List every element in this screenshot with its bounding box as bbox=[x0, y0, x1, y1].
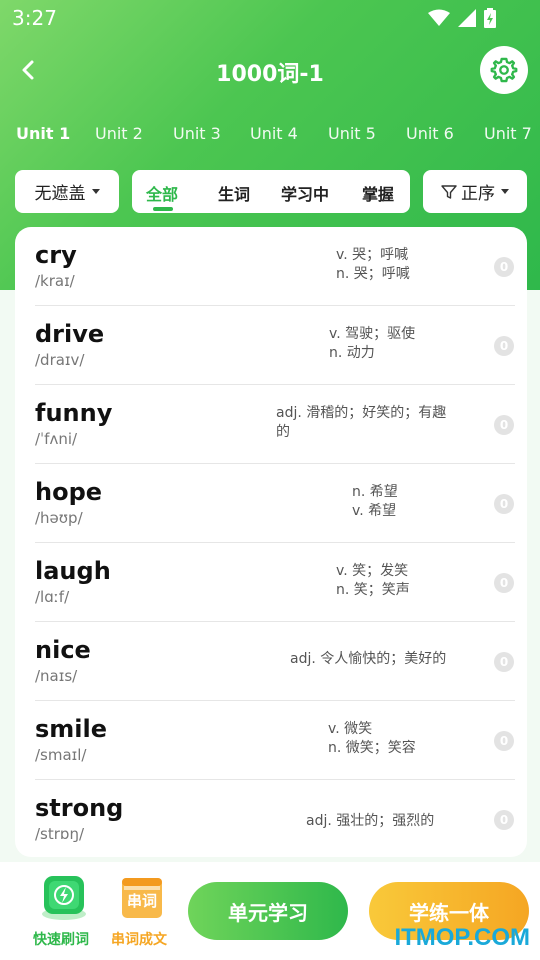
list-item[interactable]: smile /smaɪl/ v. 微笑 n. 微笑；笑容 0 bbox=[15, 701, 527, 780]
sort-order-dropdown[interactable]: 正序 bbox=[423, 170, 527, 213]
chain-words-label: 串词成文 bbox=[111, 932, 167, 948]
chain-icon-text: 串词 bbox=[126, 892, 157, 910]
signal-icon bbox=[458, 9, 476, 27]
page-title: 1000词-1 bbox=[216, 62, 324, 87]
word-phonetic: /strɒŋ/ bbox=[35, 825, 84, 843]
word-meaning: v. 哭；呼喊 n. 哭；呼喊 bbox=[336, 247, 410, 282]
quick-review-label: 快速刷词 bbox=[33, 932, 89, 948]
list-item[interactable]: nice /naɪs/ adj. 令人愉快的；美好的 0 bbox=[15, 622, 527, 701]
active-tab-indicator bbox=[153, 207, 173, 211]
tab-unit-1[interactable]: Unit 1 bbox=[16, 124, 70, 143]
word-text: drive bbox=[35, 320, 105, 348]
word-meaning: adj. 强壮的；强烈的 bbox=[306, 813, 435, 829]
app-bar: 1000词-1 bbox=[0, 44, 540, 96]
unit-study-button[interactable]: 单元学习 bbox=[188, 882, 348, 940]
word-meaning: v. 微笑 n. 微笑；笑容 bbox=[328, 721, 416, 756]
sort-order-label: 正序 bbox=[461, 184, 495, 204]
list-item[interactable]: funny /ˈfʌni/ adj. 滑稽的；好笑的；有趣 的 0 bbox=[15, 385, 527, 464]
word-phonetic: /həʊp/ bbox=[35, 509, 83, 527]
review-count-badge: 0 bbox=[494, 257, 514, 277]
word-phonetic: /draɪv/ bbox=[35, 351, 85, 369]
word-meaning: n. 希望 v. 希望 bbox=[352, 484, 398, 519]
tab-unit-3[interactable]: Unit 3 bbox=[173, 124, 221, 143]
settings-button[interactable] bbox=[480, 46, 528, 94]
word-meaning: adj. 滑稽的；好笑的；有趣 的 bbox=[276, 405, 447, 440]
review-count-badge: 0 bbox=[494, 415, 514, 435]
filter-icon bbox=[441, 184, 457, 199]
word-list: cry /kraɪ/ v. 哭；呼喊 n. 哭；呼喊 0 drive /draɪ… bbox=[15, 227, 527, 857]
word-text: cry bbox=[35, 241, 77, 269]
word-meaning: v. 笑；发笑 n. 笑；笑声 bbox=[336, 563, 410, 598]
quick-review-button[interactable] bbox=[40, 874, 88, 922]
word-meaning: v. 驾驶；驱使 n. 动力 bbox=[329, 326, 416, 361]
tab-unit-6[interactable]: Unit 6 bbox=[406, 124, 454, 143]
list-item[interactable]: strong /strɒŋ/ adj. 强壮的；强烈的 0 bbox=[15, 780, 527, 857]
word-meaning: adj. 令人愉快的；美好的 bbox=[290, 651, 447, 667]
word-text: hope bbox=[35, 478, 103, 506]
review-count-badge: 0 bbox=[494, 731, 514, 751]
review-count-badge: 0 bbox=[494, 810, 514, 830]
caret-down-icon bbox=[501, 189, 509, 194]
word-text: laugh bbox=[35, 557, 111, 585]
tab-mastered[interactable]: 掌握 bbox=[362, 181, 394, 205]
word-phonetic: /ˈfʌni/ bbox=[35, 430, 78, 448]
word-phonetic: /smaɪl/ bbox=[35, 746, 87, 764]
filter-bar: 无遮盖 全部 生词 学习中 掌握 正序 bbox=[0, 170, 540, 214]
status-filter-tabs: 全部 生词 学习中 掌握 bbox=[132, 170, 410, 213]
tab-unit-4[interactable]: Unit 4 bbox=[250, 124, 298, 143]
status-time: 3:27 bbox=[12, 6, 57, 30]
cover-mode-label: 无遮盖 bbox=[34, 184, 86, 204]
tab-unit-5[interactable]: Unit 5 bbox=[328, 124, 376, 143]
word-text: nice bbox=[35, 636, 91, 664]
list-item[interactable]: laugh /lɑːf/ v. 笑；发笑 n. 笑；笑声 0 bbox=[15, 543, 527, 622]
wifi-icon bbox=[428, 9, 450, 26]
list-item[interactable]: hope /həʊp/ n. 希望 v. 希望 0 bbox=[15, 464, 527, 543]
tab-unit-7[interactable]: Unit 7 bbox=[484, 124, 532, 143]
word-text: funny bbox=[35, 399, 113, 427]
list-item[interactable]: cry /kraɪ/ v. 哭；呼喊 n. 哭；呼喊 0 bbox=[15, 227, 527, 306]
tab-new-words[interactable]: 生词 bbox=[218, 181, 250, 205]
cover-mode-dropdown[interactable]: 无遮盖 bbox=[15, 170, 119, 213]
word-phonetic: /kraɪ/ bbox=[35, 272, 75, 290]
review-count-badge: 0 bbox=[494, 494, 514, 514]
review-count-badge: 0 bbox=[494, 652, 514, 672]
status-bar: 3:27 bbox=[0, 0, 540, 36]
word-text: smile bbox=[35, 715, 108, 743]
lightning-icon bbox=[42, 876, 86, 920]
word-phonetic: /lɑːf/ bbox=[35, 588, 70, 606]
word-text: strong bbox=[35, 794, 124, 822]
tab-learning[interactable]: 学习中 bbox=[281, 181, 329, 205]
tab-all[interactable]: 全部 bbox=[146, 181, 178, 205]
review-count-badge: 0 bbox=[494, 336, 514, 356]
caret-down-icon bbox=[91, 189, 100, 194]
list-item[interactable]: drive /draɪv/ v. 驾驶；驱使 n. 动力 0 bbox=[15, 306, 527, 385]
tab-unit-2[interactable]: Unit 2 bbox=[95, 124, 143, 143]
chain-words-button[interactable]: 串词 bbox=[118, 874, 166, 922]
watermark-text: ITMOP.COM bbox=[394, 924, 530, 951]
battery-icon bbox=[484, 8, 496, 28]
word-phonetic: /naɪs/ bbox=[35, 667, 78, 685]
review-count-badge: 0 bbox=[494, 573, 514, 593]
unit-tabs: Unit 1 Unit 2 Unit 3 Unit 4 Unit 5 Unit … bbox=[0, 124, 540, 152]
gear-icon bbox=[490, 57, 518, 83]
